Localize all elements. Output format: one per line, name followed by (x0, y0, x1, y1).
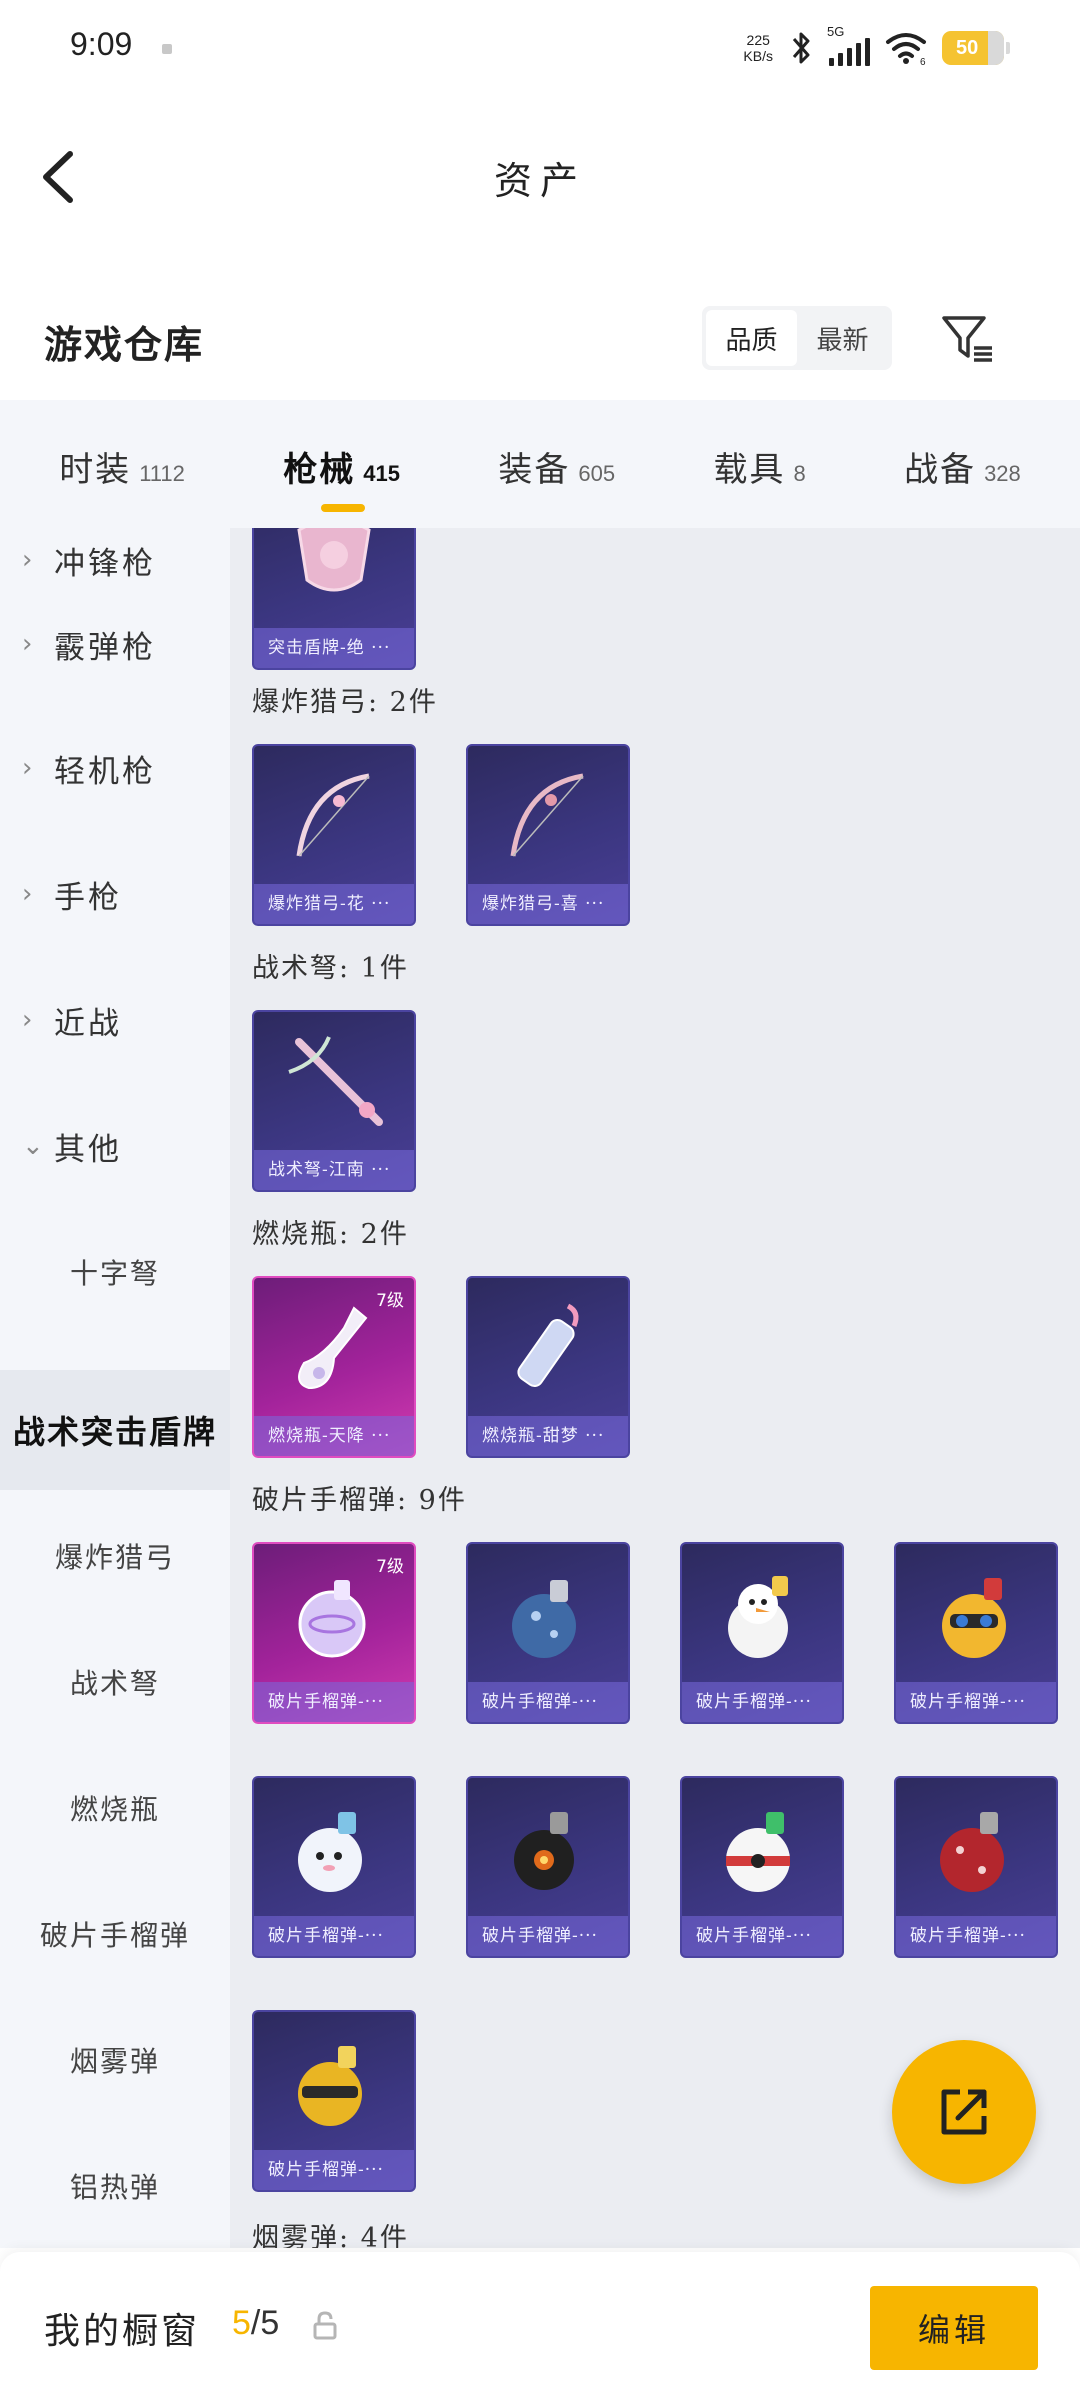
item-card[interactable]: 破片手榴弹-··· (466, 1542, 630, 1724)
item-card[interactable]: 破片手榴弹-··· (466, 1776, 630, 1958)
group-title-molotov: 燃烧瓶: 2件 (252, 1219, 409, 1250)
sidebar-sub-tactical-crossbow[interactable]: 战术弩 (0, 1622, 230, 1742)
item-card[interactable]: 破片手榴弹-··· (252, 1776, 416, 1958)
item-card[interactable]: 破片手榴弹-··· (894, 1776, 1058, 1958)
item-grenade-art (468, 1778, 628, 1918)
item-card[interactable]: 7级 燃烧瓶-天降 ··· (252, 1276, 416, 1458)
bluetooth-icon (792, 32, 810, 64)
category-sidebar: › 冲锋枪 › 霰弹枪 › 轻机枪 › 手枪 › 近战 ⌄ 其他 十字弩 战术突… (0, 528, 230, 2248)
item-grid-area: 突击盾牌-绝 ··· 爆炸猎弓: 2件 爆炸猎弓-花 ··· 爆炸猎弓-喜 ··… (230, 528, 1080, 2248)
category-tabs: 时装 1112 枪械 415 装备 605 载具 8 战备 328 (0, 400, 1080, 528)
active-tab-indicator (321, 504, 366, 512)
sidebar-sub-crossbow[interactable]: 十字弩 (0, 1212, 230, 1332)
group-title-explosive-bow: 爆炸猎弓: 2件 (252, 687, 438, 718)
tab-supplies[interactable]: 战备 328 (904, 434, 1021, 494)
sidebar-sub-smoke-grenade[interactable]: 烟雾弹 (0, 2000, 230, 2120)
lock-icon (313, 2311, 337, 2340)
sidebar-item-other[interactable]: ⌄ 其他 (0, 1086, 230, 1206)
tab-firearms[interactable]: 枪械 415 (283, 434, 400, 512)
warehouse-header: 游戏仓库 品质 最新 (0, 290, 1080, 390)
item-grenade-art (468, 1544, 628, 1684)
sidebar-sub-thermite[interactable]: 铝热弹 (0, 2126, 230, 2246)
battery-icon: 50 (942, 31, 1010, 65)
chevron-right-icon: › (22, 879, 33, 909)
item-shield-art (254, 528, 414, 630)
item-grenade-art (682, 1778, 842, 1918)
svg-text:6: 6 (920, 57, 926, 66)
sort-option-latest[interactable]: 最新 (797, 310, 888, 366)
status-time: 9:09 (70, 26, 133, 62)
chevron-right-icon: › (22, 1005, 33, 1035)
wifi-icon: 6 (886, 33, 926, 66)
item-card[interactable]: 燃烧瓶-甜梦 ··· (466, 1276, 630, 1458)
sidebar-sub-explosive-bow[interactable]: 爆炸猎弓 (0, 1496, 230, 1616)
status-bar: 9:09 225 KB/s 5G 6 50 (0, 0, 1080, 100)
sidebar-item-shotgun[interactable]: › 霰弹枪 (0, 584, 230, 704)
sidebar-item-lmg[interactable]: › 轻机枪 (0, 708, 230, 828)
tab-vehicles[interactable]: 载具 8 (713, 434, 805, 494)
item-card[interactable]: 破片手榴弹-··· (680, 1776, 844, 1958)
showcase-bar: 我的橱窗 5/5 编辑 (0, 2252, 1080, 2400)
tab-equipment[interactable]: 装备 605 (498, 434, 615, 494)
chevron-right-icon: › (22, 545, 33, 575)
filter-icon[interactable] (940, 310, 996, 366)
showcase-label: 我的橱窗 (44, 2311, 201, 2352)
status-icons: 225 KB/s 5G 6 50 (743, 24, 1010, 72)
app-header: 资产 (0, 120, 1080, 230)
item-grenade-art (254, 1778, 414, 1918)
showcase-count: 5/5 (232, 2304, 280, 2342)
item-grenade-art (254, 1544, 414, 1684)
item-grenade-art (254, 2012, 414, 2152)
item-card[interactable]: 爆炸猎弓-喜 ··· (466, 744, 630, 926)
notification-dot-icon (162, 44, 172, 54)
chevron-right-icon: › (22, 629, 33, 659)
chevron-down-icon: ⌄ (22, 1131, 44, 1161)
item-bow-art (468, 746, 628, 886)
item-card[interactable]: 爆炸猎弓-花 ··· (252, 744, 416, 926)
chevron-right-icon: › (22, 753, 33, 783)
item-card[interactable]: 破片手榴弹-··· (894, 1542, 1058, 1724)
share-icon (941, 2089, 987, 2135)
network-speed: 225 KB/s (743, 32, 773, 64)
warehouse-title: 游戏仓库 (44, 322, 205, 367)
tab-fashion[interactable]: 时装 1112 (59, 434, 185, 494)
group-title-smoke-grenade: 烟雾弹: 4件 (252, 2223, 409, 2248)
item-card[interactable]: 突击盾牌-绝 ··· (252, 528, 416, 670)
group-title-frag-grenade: 破片手榴弹: 9件 (252, 1485, 467, 1516)
share-button[interactable] (892, 2040, 1036, 2184)
item-grenade-art (896, 1778, 1056, 1918)
item-grenade-art (896, 1544, 1056, 1684)
edit-button[interactable]: 编辑 (870, 2286, 1038, 2370)
item-card[interactable]: 破片手榴弹-··· (252, 2010, 416, 2192)
item-card[interactable]: 破片手榴弹-··· (680, 1542, 844, 1724)
page-title: 资产 (493, 159, 586, 203)
item-molotov-art (468, 1278, 628, 1418)
sidebar-sub-molotov[interactable]: 燃烧瓶 (0, 1748, 230, 1868)
item-bow-art (254, 746, 414, 886)
item-card[interactable]: 战术弩-江南 ··· (252, 1010, 416, 1192)
sort-toggle: 品质 最新 (702, 306, 892, 370)
item-grenade-art (682, 1544, 842, 1684)
sidebar-item-melee[interactable]: › 近战 (0, 960, 230, 1080)
sort-option-quality[interactable]: 品质 (706, 310, 797, 366)
cell-signal-icon: 5G (827, 24, 870, 66)
sidebar-sub-frag-grenade[interactable]: 破片手榴弹 (0, 1874, 230, 1994)
sidebar-sub-tactical-shield[interactable]: 战术突击盾牌 (0, 1370, 230, 1490)
item-molotov-art (254, 1278, 414, 1418)
item-card[interactable]: 7级 破片手榴弹-··· (252, 1542, 416, 1724)
group-title-tactical-crossbow: 战术弩: 1件 (252, 953, 409, 984)
sidebar-item-pistol[interactable]: › 手枪 (0, 834, 230, 954)
item-crossbow-art (254, 1012, 414, 1152)
